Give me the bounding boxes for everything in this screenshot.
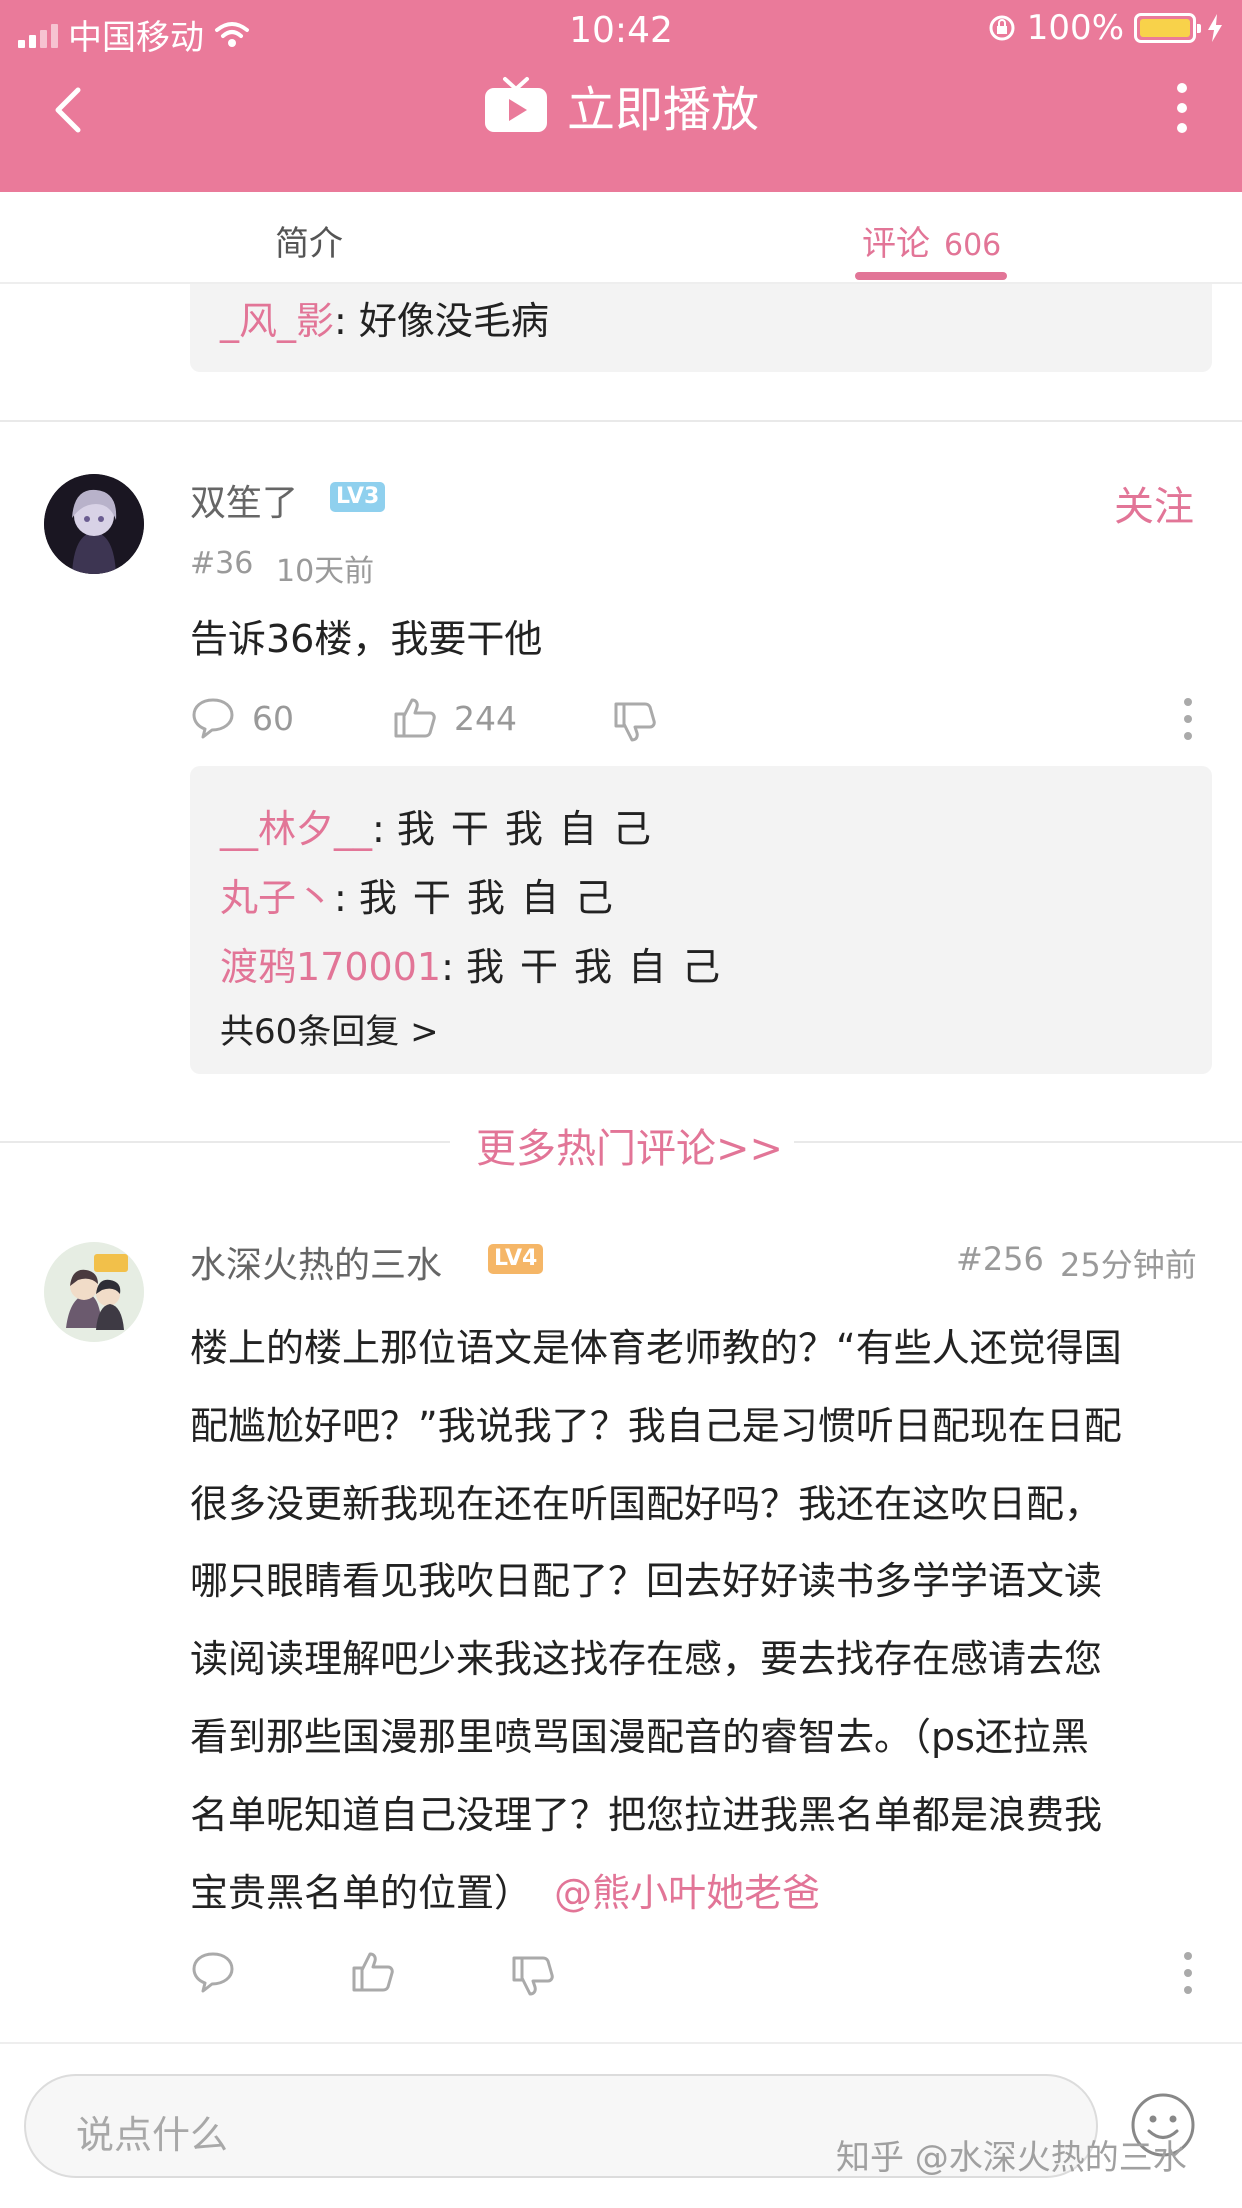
comment-time: 25分钟前 <box>1060 1246 1197 1284</box>
rotation-lock-icon <box>989 15 1015 41</box>
charging-icon <box>1208 14 1222 42</box>
reply-text: 我干我自己 <box>396 807 667 851</box>
mention-link[interactable]: @熊小叶她老爸 <box>554 1871 820 1915</box>
comment-line: 读阅读理解吧少来我这找存在感，要去找存在感请去您 <box>190 1637 1103 1682</box>
tab-comments-label: 评论 <box>862 224 930 264</box>
comment-line: 哪只眼睛看见我吹日配了？回去好好读书多学学语文读 <box>190 1559 1103 1604</box>
divider <box>794 1141 1242 1143</box>
follow-button[interactable]: 关注 <box>1114 474 1194 532</box>
more-icon[interactable] <box>1162 78 1202 138</box>
comment-text: 楼上的楼上那位语文是体育老师教的？“有些人还觉得国 配尴尬好吧？”我说我了？我自… <box>190 1310 1220 1932</box>
comment-icon[interactable] <box>190 1950 236 1994</box>
divider <box>0 1141 450 1143</box>
avatar[interactable] <box>44 474 144 574</box>
divider <box>0 420 1242 422</box>
tv-icon <box>484 77 547 132</box>
tab-indicator <box>855 272 1007 280</box>
thumbs-up-icon[interactable] <box>350 1950 396 1994</box>
comment-icon <box>192 698 234 739</box>
comment-text: 告诉36楼，我要干他 <box>190 617 543 661</box>
app-header: 中国移动 10:42 100% 立即播放 <box>0 0 1242 192</box>
reply-text: : 好像没毛病 <box>334 299 549 343</box>
thumbs-down-icon[interactable] <box>510 1954 556 1998</box>
kebab-icon[interactable] <box>1178 1950 1198 1996</box>
watermark: 知乎 @水深火热的三水 <box>836 2138 1187 2178</box>
comment-line: 配尴尬好吧？”我说我了？我自己是习惯听日配现在日配 <box>190 1403 1122 1448</box>
avatar[interactable] <box>44 1242 144 1342</box>
comment-username[interactable]: 水深火热的三水 <box>190 1236 442 1288</box>
tab-intro[interactable]: 简介 <box>275 216 343 265</box>
comment-line-last: 宝贵黑名单的位置） @熊小叶她老爸 <box>190 1855 1220 1933</box>
reply-colon: : <box>372 807 397 851</box>
comment-floor: #36 <box>190 546 254 581</box>
comment-line: 很多没更新我现在还在听国配好吗？我还在这吹日配， <box>190 1481 1103 1526</box>
thumbs-down-icon[interactable] <box>612 700 658 744</box>
reply-text: 我干我自己 <box>465 945 736 989</box>
nav-bar: 立即播放 <box>0 60 1242 192</box>
battery-percent: 100% <box>1026 8 1124 48</box>
comment-input-bar: 说点什么 知乎 @水深火热的三水 <box>0 2042 1242 2208</box>
comment-line: 宝贵黑名单的位置） <box>190 1870 533 1915</box>
level-badge: LV3 <box>330 482 386 512</box>
reply-username[interactable]: __林夕__ <box>220 807 372 851</box>
reply-box-previous[interactable]: _风_影: 好像没毛病 <box>190 284 1212 372</box>
reply-username[interactable]: 丸子丶 <box>220 876 334 920</box>
tab-comments[interactable]: 评论 606 <box>862 216 1001 265</box>
thumbs-up-icon <box>394 698 436 738</box>
comment-line: 看到那些国漫那里喷骂国漫配音的睿智去。（ps还拉黑 <box>190 1714 1089 1759</box>
comment-time: 10天前 <box>276 554 375 589</box>
reply-username[interactable]: _风_影 <box>220 299 334 343</box>
reply-count: 60 <box>252 698 294 738</box>
tab-bar: 简介 评论 606 <box>0 192 1242 284</box>
reply-item[interactable]: 渡鸦170001: 我干我自己 <box>220 936 736 991</box>
comment-floor: #256 <box>956 1240 1044 1278</box>
comment-line: 名单呢知道自己没理了？把您拉进我黑名单都是浪费我 <box>190 1792 1103 1837</box>
status-bar: 中国移动 10:42 100% <box>0 0 1242 60</box>
input-placeholder: 说点什么 <box>76 2113 229 2157</box>
level-badge: LV4 <box>488 1244 544 1274</box>
reply-colon: : <box>334 876 359 920</box>
comment-count: 606 <box>944 228 1002 263</box>
reply-item[interactable]: __林夕__: 我干我自己 <box>220 798 667 853</box>
more-replies-link[interactable]: 共60条回复 > <box>220 1004 439 1053</box>
reply-colon: : <box>441 945 466 989</box>
comment-username[interactable]: 双笙了 <box>190 474 298 526</box>
like-count: 244 <box>454 698 517 738</box>
comment-line: 楼上的楼上那位语文是体育老师教的？“有些人还觉得国 <box>190 1326 1122 1370</box>
kebab-icon[interactable] <box>1178 696 1198 742</box>
more-hot-comments-link[interactable]: 更多热门评论>> <box>476 1116 783 1174</box>
like-action[interactable]: 244 <box>392 696 517 740</box>
reply-item[interactable]: 丸子丶: 我干我自己 <box>220 867 629 922</box>
reply-box[interactable]: __林夕__: 我干我自己 丸子丶: 我干我自己 渡鸦170001: 我干我自己… <box>190 766 1212 1074</box>
reply-action[interactable]: 60 <box>190 696 294 740</box>
battery-icon <box>1134 13 1201 43</box>
play-now-button[interactable]: 立即播放 <box>0 70 1242 140</box>
header-title: 立即播放 <box>566 82 759 138</box>
reply-username[interactable]: 渡鸦170001 <box>220 945 441 989</box>
reply-text: 我干我自己 <box>358 876 629 920</box>
